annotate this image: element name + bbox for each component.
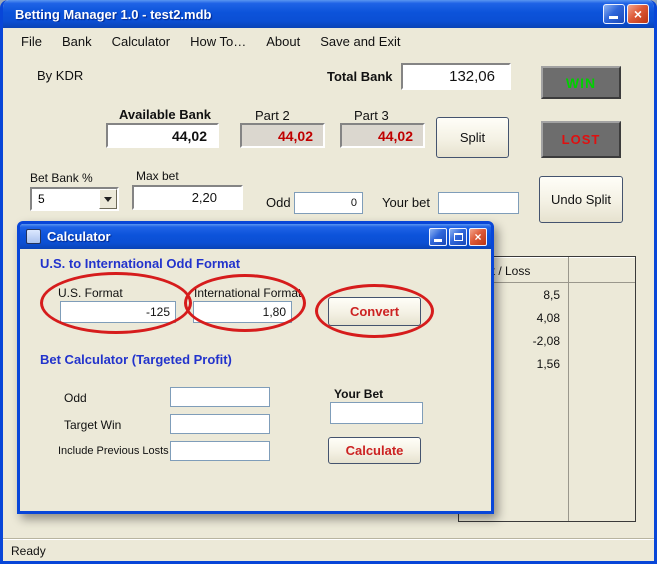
status-text: Ready (11, 544, 46, 558)
part3-label: Part 3 (354, 108, 389, 123)
your-bet-input[interactable] (438, 192, 519, 214)
available-bank-value: 44,02 (106, 123, 219, 148)
menu-how-to[interactable]: How To… (180, 30, 256, 53)
menu-bank[interactable]: Bank (52, 30, 102, 53)
combo-dropdown-button[interactable] (99, 189, 117, 209)
calculator-dialog: Calculator × U.S. to International Odd F… (17, 221, 494, 514)
include-previous-losts-label: Include Previous Losts (58, 445, 169, 457)
menu-file[interactable]: File (11, 30, 52, 53)
dialog-maximize-button[interactable] (449, 228, 467, 246)
bet-bank-pct-label: Bet Bank % (30, 171, 93, 185)
maximize-icon (454, 233, 463, 241)
title-bar[interactable]: Betting Manager 1.0 - test2.mdb × (3, 0, 654, 28)
international-format-input[interactable] (193, 301, 292, 323)
grid-empty-column-header (569, 257, 635, 283)
status-bar: Ready (3, 538, 654, 561)
calc-odd-label: Odd (64, 391, 87, 405)
available-bank-label: Available Bank (119, 107, 211, 122)
dialog-minimize-button[interactable] (429, 228, 447, 246)
part2-label: Part 2 (255, 108, 290, 123)
calculator-title-bar[interactable]: Calculator × (20, 224, 491, 249)
include-previous-losts-input[interactable] (170, 441, 270, 461)
window-title: Betting Manager 1.0 - test2.mdb (15, 7, 601, 22)
international-format-label: International Format (194, 286, 301, 300)
target-win-label: Target Win (64, 418, 121, 432)
minimize-icon (609, 16, 618, 19)
lost-button[interactable]: LOST (541, 121, 621, 158)
menu-save-and-exit[interactable]: Save and Exit (310, 30, 410, 53)
bet-calc-section-heading: Bet Calculator (Targeted Profit) (40, 352, 232, 367)
minimize-icon (434, 239, 442, 242)
grid-empty-column (569, 257, 635, 521)
odd-input[interactable] (294, 192, 363, 214)
calculate-button[interactable]: Calculate (328, 437, 421, 464)
close-button[interactable]: × (627, 4, 649, 24)
your-bet-label: Your bet (382, 195, 430, 210)
total-bank-value: 132,06 (401, 63, 511, 90)
target-win-input[interactable] (170, 414, 270, 434)
part2-value: 44,02 (240, 123, 325, 148)
max-bet-value: 2,20 (132, 185, 243, 210)
split-button[interactable]: Split (436, 117, 509, 158)
us-format-input[interactable] (60, 301, 176, 323)
menu-about[interactable]: About (256, 30, 310, 53)
undo-split-button[interactable]: Undo Split (539, 176, 623, 223)
odd-format-section-heading: U.S. to International Odd Format (40, 256, 240, 271)
win-button[interactable]: WIN (541, 66, 621, 99)
calc-your-bet-label: Your Bet (334, 387, 383, 401)
calc-odd-input[interactable] (170, 387, 270, 407)
total-bank-label: Total Bank (327, 69, 393, 84)
calculator-app-icon (26, 229, 41, 244)
us-format-label: U.S. Format (58, 286, 123, 300)
bet-bank-pct-combobox[interactable]: 5 (30, 187, 119, 211)
menu-bar: File Bank Calculator How To… About Save … (3, 28, 654, 54)
odd-label: Odd (266, 195, 291, 210)
chevron-down-icon (104, 197, 112, 202)
betting-manager-window: Betting Manager 1.0 - test2.mdb × File B… (0, 0, 657, 564)
menu-calculator[interactable]: Calculator (102, 30, 181, 53)
bet-bank-pct-value: 5 (32, 189, 99, 209)
dialog-close-button[interactable]: × (469, 228, 487, 246)
calc-your-bet-input[interactable] (330, 402, 423, 424)
calculator-title: Calculator (47, 229, 427, 244)
close-icon: × (474, 231, 481, 243)
close-icon: × (634, 7, 642, 21)
convert-button[interactable]: Convert (328, 297, 421, 326)
max-bet-label: Max bet (136, 169, 179, 183)
part3-value: 44,02 (340, 123, 425, 148)
byline-label: By KDR (37, 68, 83, 83)
minimize-button[interactable] (603, 4, 625, 24)
